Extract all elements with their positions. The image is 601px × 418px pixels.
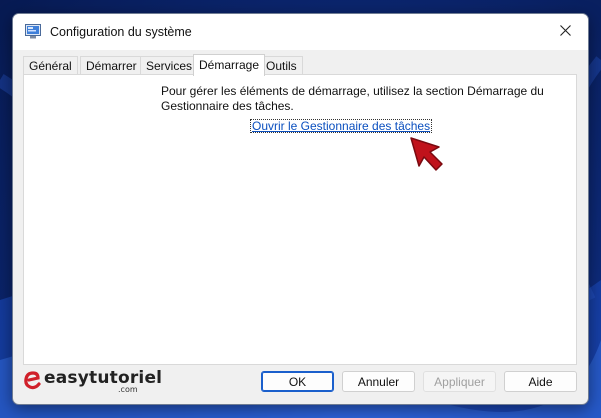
tab-services[interactable]: Services — [140, 56, 199, 76]
brand-sub: .com — [118, 385, 138, 394]
cancel-button[interactable]: Annuler — [342, 371, 415, 392]
startup-description: Pour gérer les éléments de démarrage, ut… — [161, 84, 544, 113]
tab-outils[interactable]: Outils — [260, 56, 303, 76]
msconfig-icon — [25, 24, 41, 39]
easytutoriel-watermark: easytutoriel .com — [23, 366, 162, 394]
tab-general[interactable]: Général — [23, 56, 78, 76]
close-button[interactable] — [542, 14, 588, 47]
tab-demarrer[interactable]: Démarrer — [80, 56, 143, 76]
window-title: Configuration du système — [50, 25, 192, 39]
help-button[interactable]: Aide — [504, 371, 577, 392]
tab-demarrage[interactable]: Démarrage — [193, 54, 266, 76]
brand-text: easytutoriel — [44, 368, 163, 388]
tab-strip: Général Démarrer Services Démarrage Outi… — [23, 54, 583, 76]
apply-button[interactable]: Appliquer — [423, 371, 496, 392]
ok-button[interactable]: OK — [261, 371, 334, 392]
arrow-cursor-icon — [410, 137, 443, 171]
system-configuration-window: Configuration du système Général Démarre… — [12, 13, 589, 405]
open-task-manager-link[interactable]: Ouvrir le Gestionnaire des tâches — [250, 119, 433, 133]
easytutoriel-logo-icon — [24, 371, 41, 390]
title-bar[interactable]: Configuration du système — [13, 14, 588, 50]
close-icon — [559, 25, 571, 36]
startup-tab-panel: Pour gérer les éléments de démarrage, ut… — [23, 74, 577, 365]
